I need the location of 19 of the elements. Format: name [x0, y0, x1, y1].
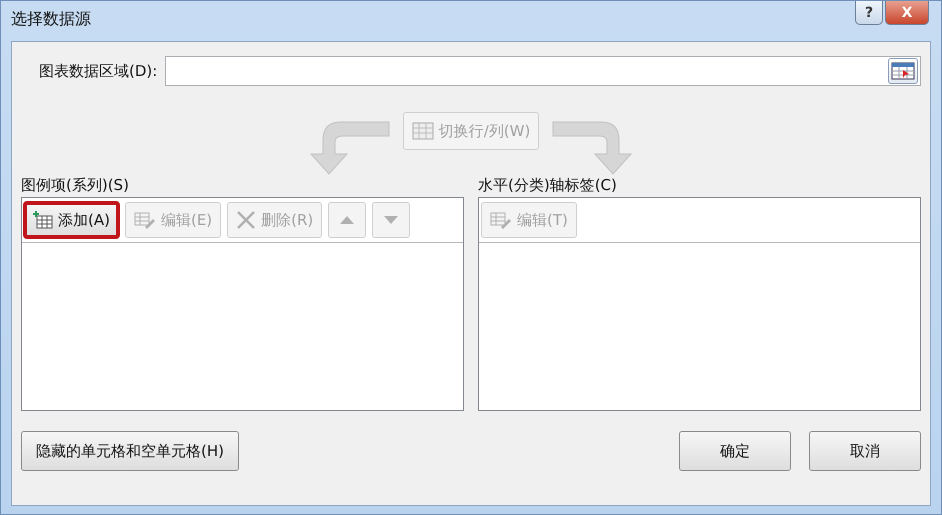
section-label: 水平(分类)轴标签(C)	[478, 176, 618, 195]
section-label: 图例项(系列)(S)	[21, 176, 130, 195]
help-button[interactable]: ?	[855, 1, 883, 25]
window-title: 选择数据源	[11, 9, 91, 30]
up-triangle-icon	[340, 216, 354, 224]
field-label: 图表数据区域(D):	[39, 62, 158, 80]
edit-table-icon	[134, 211, 156, 229]
grid-selection-icon	[891, 62, 915, 80]
edit-table-icon	[490, 211, 512, 229]
delete-x-icon	[236, 210, 256, 230]
range-select-button[interactable]	[888, 58, 918, 84]
data-range-field[interactable]	[165, 56, 921, 86]
ok-button[interactable]: 确定	[679, 431, 791, 471]
down-triangle-icon	[384, 216, 398, 224]
hidden-cells-button[interactable]: 隐藏的单元格和空单元格(H)	[21, 431, 239, 471]
add-button[interactable]: 添加(A)	[24, 202, 119, 238]
switch-table-icon	[412, 122, 434, 140]
cancel-button[interactable]: 取消	[809, 431, 921, 471]
add-table-icon	[33, 211, 53, 229]
